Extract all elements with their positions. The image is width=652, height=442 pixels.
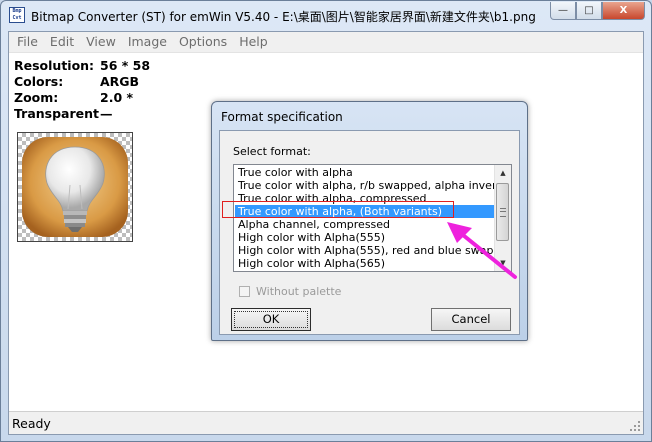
format-option[interactable]: True color with alpha, r/b swapped, alph… <box>235 179 511 192</box>
without-palette-option[interactable]: Without palette <box>239 285 341 298</box>
menu-view[interactable]: View <box>80 32 122 52</box>
cancel-button[interactable]: Cancel <box>431 308 511 331</box>
image-preview <box>17 132 133 242</box>
status-text: Ready <box>12 416 51 431</box>
transparent-label: Transparent <box>14 106 99 121</box>
colors-label: Colors: <box>14 74 64 89</box>
menu-bar: File Edit View Image Options Help <box>9 32 643 53</box>
window-title: Bitmap Converter (ST) for emWin V5.40 - … <box>31 10 536 24</box>
resolution-label: Resolution: <box>14 58 95 73</box>
close-button[interactable]: X <box>602 2 645 20</box>
annotation-arrow-icon <box>447 222 517 279</box>
ok-button[interactable]: OK <box>231 308 311 331</box>
title-bar[interactable]: Bmp Cvt Bitmap Converter (ST) for emWin … <box>1 1 651 29</box>
without-palette-checkbox[interactable] <box>239 286 250 297</box>
minimize-button[interactable]: — <box>550 2 576 20</box>
menu-edit[interactable]: Edit <box>44 32 80 52</box>
status-bar: Ready <box>9 411 643 434</box>
dialog-title: Format specification <box>221 110 343 124</box>
format-option[interactable]: True color with alpha <box>235 166 494 179</box>
scroll-up-arrow-icon[interactable]: ▲ <box>495 165 511 181</box>
resolution-value: 56 * 58 <box>100 58 151 73</box>
menu-options[interactable]: Options <box>173 32 233 52</box>
transparent-value: — <box>100 106 113 121</box>
zoom-label: Zoom: <box>14 90 59 105</box>
menu-image[interactable]: Image <box>122 32 173 52</box>
window-controls: — □ X <box>550 2 645 20</box>
lightbulb-icon <box>22 137 128 237</box>
maximize-button[interactable]: □ <box>576 2 602 20</box>
colors-value: ARGB <box>100 74 140 89</box>
resize-grip-icon[interactable] <box>629 420 641 432</box>
zoom-value: 2.0 * <box>100 90 134 105</box>
without-palette-label: Without palette <box>256 285 342 298</box>
menu-file[interactable]: File <box>11 32 44 52</box>
app-icon: Bmp Cvt <box>9 7 25 23</box>
image-info-panel: Resolution: 56 * 58 Colors: ARGB Zoom: 2.0 … <box>14 58 150 122</box>
select-format-label: Select format: <box>233 145 311 158</box>
menu-help[interactable]: Help <box>233 32 274 52</box>
